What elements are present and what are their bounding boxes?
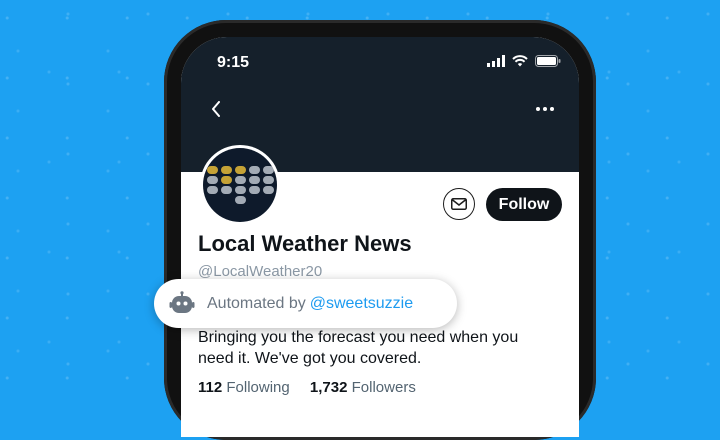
more-button[interactable] <box>533 101 557 117</box>
following-stat[interactable]: 112 Following <box>198 379 290 396</box>
avatar[interactable] <box>200 145 280 225</box>
status-icons <box>487 55 561 67</box>
automated-account-link[interactable]: @sweetsuzzie <box>310 295 413 312</box>
profile-display-name: Local Weather News <box>198 231 412 256</box>
phone-screen: 9:15 Follow Local Weather News @LocalWea… <box>181 37 579 437</box>
followers-stat[interactable]: 1,732 Followers <box>310 379 416 396</box>
avatar-image <box>203 148 277 222</box>
automated-label: Automated by @sweetsuzzie <box>207 295 413 313</box>
battery-icon <box>535 55 561 67</box>
profile-stats: 112 Following 1,732 Followers <box>198 379 432 396</box>
back-arrow-icon <box>212 101 220 117</box>
automated-label-pill: Automated by @sweetsuzzie <box>154 279 457 328</box>
followers-count: 1,732 <box>309 379 348 396</box>
signal-icon <box>487 55 505 67</box>
message-button[interactable] <box>443 188 475 220</box>
following-count: 112 <box>198 379 223 396</box>
automated-prefix: Automated by <box>207 294 306 312</box>
wifi-icon <box>512 55 528 67</box>
mail-icon <box>451 198 467 210</box>
robot-icon <box>169 290 195 313</box>
profile-handle: @LocalWeather20 <box>198 263 323 280</box>
status-time: 9:15 <box>217 54 250 71</box>
more-icon <box>536 107 554 111</box>
follow-button[interactable]: Follow <box>486 188 562 221</box>
back-button[interactable] <box>205 97 227 121</box>
following-label: Following <box>226 379 290 396</box>
followers-label: Followers <box>351 379 416 396</box>
profile-bio: Bringing you the forecast you need when … <box>198 329 519 367</box>
